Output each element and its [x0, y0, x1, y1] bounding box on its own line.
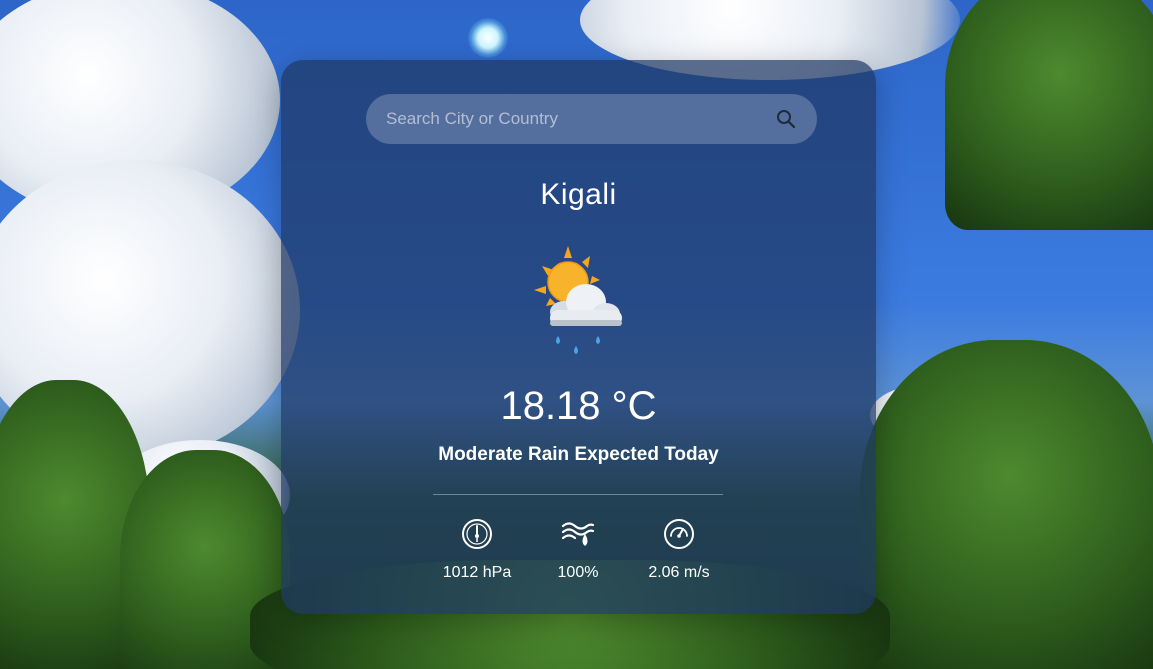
pressure-value: 1012 hPa: [442, 564, 512, 581]
search-icon: [777, 110, 796, 129]
wind-speed-value: 2.06 m/s: [648, 564, 710, 581]
stat-wind-speed: 2.06 m/s: [624, 518, 734, 582]
search-input[interactable]: [384, 108, 773, 130]
temperature: 18.18 °C: [500, 384, 657, 428]
city-name: Kigali: [540, 178, 617, 211]
tree: [945, 0, 1153, 230]
humidity-value: 100%: [557, 564, 599, 581]
tree: [860, 340, 1153, 669]
sun-behind-rain-cloud-icon: [528, 240, 628, 360]
divider: [433, 494, 723, 495]
weather-description: Moderate Rain Expected Today: [438, 444, 719, 465]
sun-glare: [468, 18, 508, 58]
search-bar: [366, 94, 817, 144]
search-button[interactable]: [773, 106, 799, 132]
weather-card: Kigali: [281, 60, 876, 614]
humidity-icon: [561, 522, 595, 546]
wind-speed-icon: [664, 519, 694, 549]
stat-pressure: 1012 hPa: [422, 518, 532, 582]
stat-humidity: 100%: [523, 518, 633, 582]
pressure-gauge-icon: [462, 519, 492, 549]
